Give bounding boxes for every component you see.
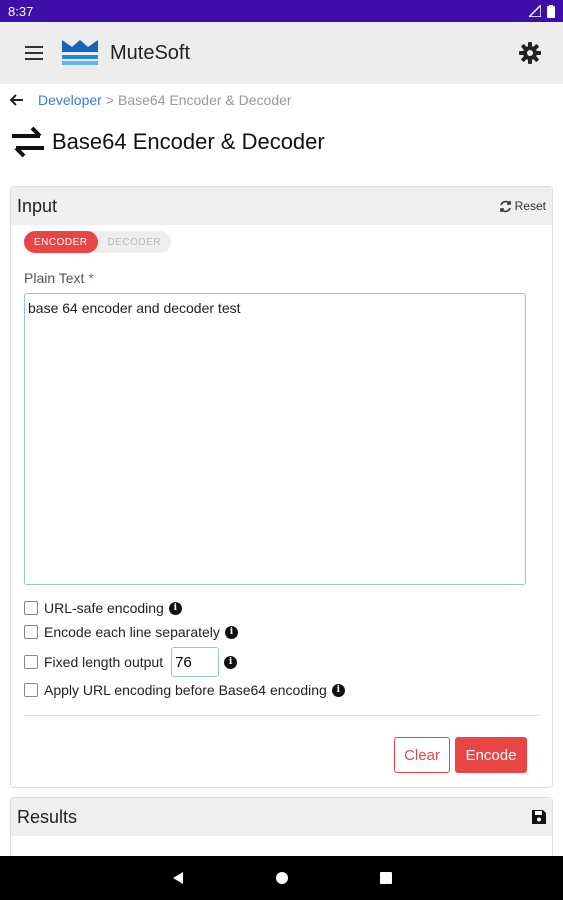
info-icon[interactable]: i — [168, 601, 182, 615]
info-icon[interactable]: i — [224, 655, 238, 669]
mutesoft-logo — [62, 40, 98, 65]
signal-icon — [529, 5, 541, 17]
swap-arrows-icon — [12, 126, 44, 158]
input-card: Input Reset ENCODER DECODER Plain Text *… — [10, 186, 553, 788]
fixed-length-label: Fixed length output — [44, 654, 164, 670]
gear-icon — [519, 42, 541, 64]
url-encoding-label: Apply URL encoding before Base64 encodin… — [44, 682, 327, 698]
nav-back-icon[interactable] — [171, 871, 185, 885]
menu-button[interactable] — [16, 35, 52, 71]
results-card-title: Results — [17, 806, 78, 827]
decoder-tab[interactable]: DECODER — [98, 231, 172, 253]
refresh-icon — [499, 200, 511, 212]
status-bar: 8:37 — [0, 0, 563, 22]
plain-text-label: Plain Text * — [24, 270, 94, 286]
option-fixed-length: Fixed length output i — [24, 646, 238, 678]
system-nav-bar — [0, 856, 563, 900]
page-header: Base64 Encoder & Decoder — [10, 124, 325, 160]
input-card-header: Input Reset — [11, 187, 552, 225]
settings-button[interactable] — [513, 36, 547, 70]
save-icon — [532, 810, 546, 824]
app-name: MuteSoft — [110, 41, 191, 64]
url-encoding-checkbox[interactable] — [24, 683, 38, 697]
breadcrumb-separator: > — [105, 92, 115, 108]
battery-icon — [547, 4, 555, 18]
option-each-line: Encode each line separately i — [24, 620, 238, 644]
nav-recents-icon[interactable] — [379, 871, 393, 885]
menu-icon — [25, 46, 43, 60]
reset-label: Reset — [514, 199, 546, 213]
back-button[interactable] — [10, 94, 28, 106]
app-bar: MuteSoft — [0, 22, 563, 84]
clear-button[interactable]: Clear — [394, 737, 450, 773]
plain-text-label-text: Plain Text — [24, 270, 85, 286]
breadcrumb-developer-link[interactable]: Developer — [38, 92, 102, 108]
info-icon[interactable]: i — [224, 625, 238, 639]
mode-toggle: ENCODER DECODER — [24, 231, 172, 253]
required-marker: * — [88, 270, 94, 286]
url-safe-checkbox[interactable] — [24, 601, 38, 615]
encoder-tab[interactable]: ENCODER — [24, 231, 98, 253]
plain-text-input[interactable]: base 64 encoder and decoder test — [24, 293, 526, 585]
option-url-safe: URL-safe encoding i — [24, 596, 182, 620]
each-line-checkbox[interactable] — [24, 625, 38, 639]
each-line-label: Encode each line separately — [44, 624, 220, 640]
input-card-title: Input — [17, 195, 58, 216]
divider — [24, 715, 540, 716]
results-card-header: Results — [11, 798, 552, 836]
encode-button[interactable]: Encode — [455, 737, 527, 773]
option-url-encoding: Apply URL encoding before Base64 encodin… — [24, 678, 345, 702]
fixed-length-checkbox[interactable] — [24, 655, 38, 669]
breadcrumb-current: Base64 Encoder & Decoder — [118, 92, 292, 108]
url-safe-label: URL-safe encoding — [44, 600, 164, 616]
info-icon[interactable]: i — [331, 683, 345, 697]
back-arrow-icon — [10, 94, 23, 106]
reset-button[interactable]: Reset — [499, 199, 546, 213]
fixed-length-input[interactable] — [171, 647, 220, 677]
save-button[interactable] — [532, 810, 546, 824]
breadcrumb: Developer > Base64 Encoder & Decoder — [10, 92, 292, 108]
page-title: Base64 Encoder & Decoder — [52, 129, 325, 154]
status-time: 8:37 — [8, 3, 34, 19]
nav-home-icon[interactable] — [275, 871, 289, 885]
